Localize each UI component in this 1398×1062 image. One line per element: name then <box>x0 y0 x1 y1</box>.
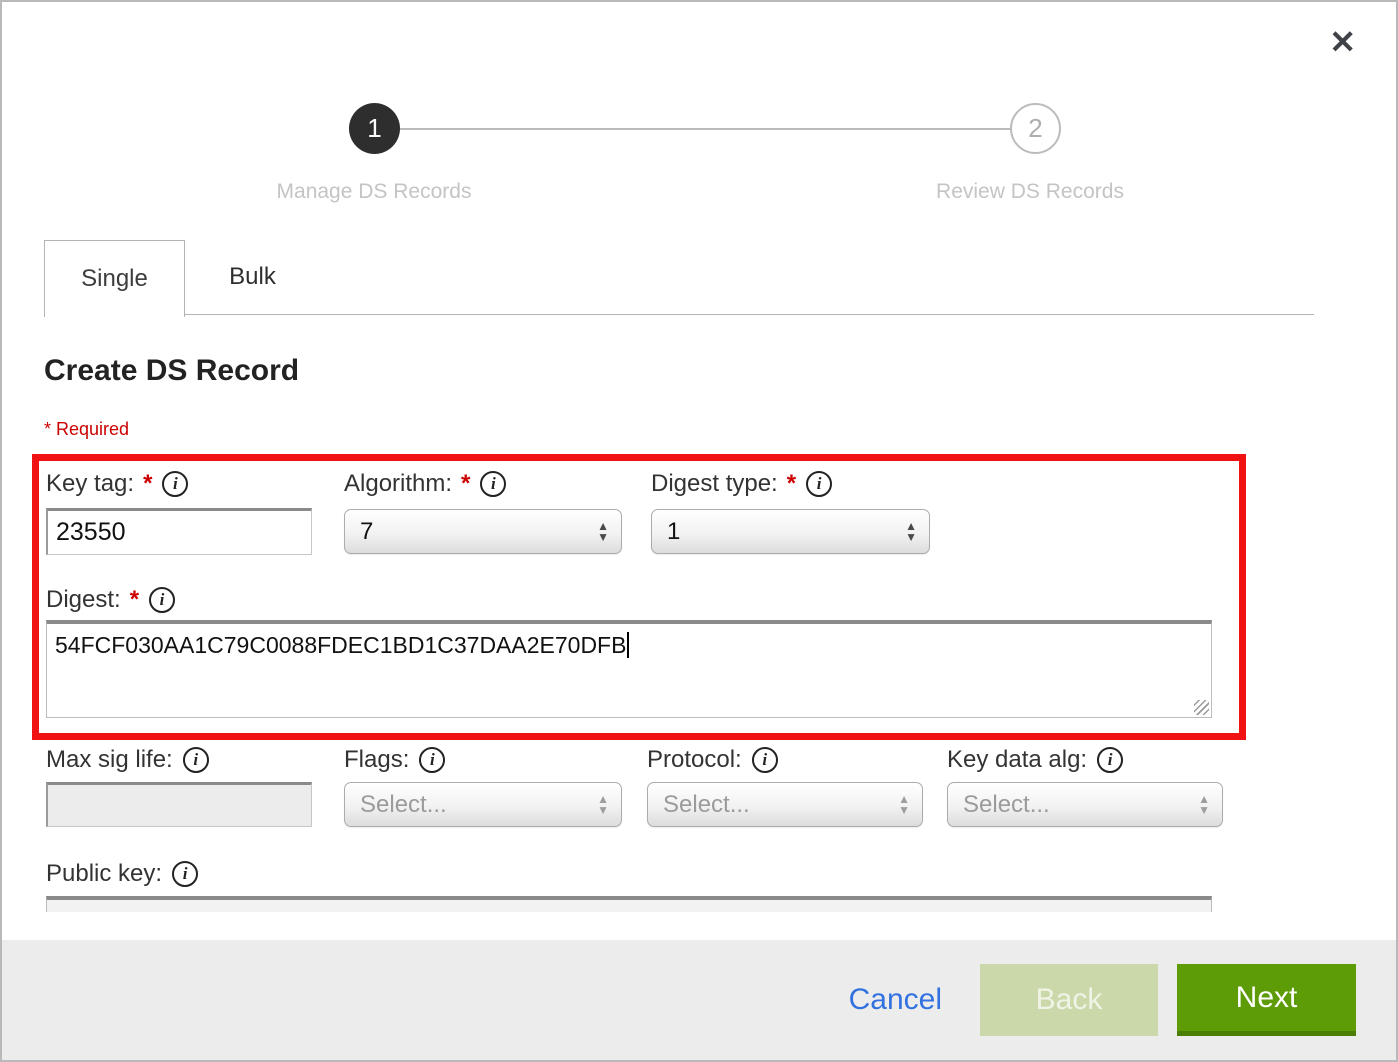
info-icon[interactable]: i <box>162 471 188 497</box>
protocol-select[interactable]: Select... ▲▼ <box>647 782 923 827</box>
info-icon[interactable]: i <box>149 587 175 613</box>
tab-single-label: Single <box>81 265 148 293</box>
select-arrows-icon: ▲▼ <box>597 794 609 814</box>
step-2-circle: 2 <box>1010 103 1061 154</box>
info-icon[interactable]: i <box>1097 747 1123 773</box>
close-icon[interactable]: ✕ <box>1329 26 1356 58</box>
tab-bulk[interactable]: Bulk <box>185 240 320 314</box>
protocol-label: Protocol: <box>647 746 742 774</box>
cancel-button[interactable]: Cancel <box>849 983 942 1017</box>
required-asterisk: * <box>459 470 470 498</box>
digest-label: Digest: <box>46 586 121 614</box>
tab-bulk-label: Bulk <box>229 263 276 291</box>
modal-footer: Cancel Back Next <box>2 940 1396 1060</box>
tab-bar-divider <box>44 314 1314 315</box>
step-1-number: 1 <box>367 113 381 144</box>
info-icon[interactable]: i <box>806 471 832 497</box>
create-ds-record-modal: { "icons": { "close": "✕", "info": "i", … <box>0 0 1398 1062</box>
algorithm-select[interactable]: 7 ▲▼ <box>344 509 622 554</box>
digest-textarea[interactable]: 54FCF030AA1C79C0088FDEC1BD1C37DAA2E70DFB <box>46 620 1212 718</box>
digest-type-label-row: Digest type: * i <box>651 470 832 498</box>
flags-label-row: Flags: i <box>344 746 445 774</box>
protocol-select-value: Select... <box>663 791 750 819</box>
step-1-label: Manage DS Records <box>194 180 554 204</box>
flags-select[interactable]: Select... ▲▼ <box>344 782 622 827</box>
tab-single[interactable]: Single <box>44 240 185 317</box>
algorithm-label: Algorithm: <box>344 470 452 498</box>
algorithm-select-value: 7 <box>360 518 373 546</box>
required-note: * Required <box>44 419 129 440</box>
public-key-label: Public key: <box>46 860 162 888</box>
algorithm-label-row: Algorithm: * i <box>344 470 506 498</box>
key-tag-label-row: Key tag: * i <box>46 470 188 498</box>
max-sig-life-input[interactable] <box>46 782 312 827</box>
public-key-textarea[interactable] <box>46 896 1212 912</box>
key-tag-input[interactable] <box>46 508 312 555</box>
info-icon[interactable]: i <box>172 861 198 887</box>
required-asterisk: * <box>141 470 152 498</box>
resize-grip[interactable] <box>1194 700 1209 715</box>
info-icon[interactable]: i <box>480 471 506 497</box>
key-data-alg-label: Key data alg: <box>947 746 1087 774</box>
next-button[interactable]: Next <box>1177 964 1356 1036</box>
digest-type-select-value: 1 <box>667 518 680 546</box>
flags-label: Flags: <box>344 746 409 774</box>
step-2-number: 2 <box>1028 113 1042 144</box>
back-button[interactable]: Back <box>980 964 1158 1036</box>
select-arrows-icon: ▲▼ <box>597 521 609 541</box>
digest-type-label: Digest type: <box>651 470 778 498</box>
key-data-alg-select[interactable]: Select... ▲▼ <box>947 782 1223 827</box>
select-arrows-icon: ▲▼ <box>1198 794 1210 814</box>
max-sig-life-label-row: Max sig life: i <box>46 746 209 774</box>
text-cursor <box>627 632 629 658</box>
required-asterisk: * <box>128 586 139 614</box>
select-arrows-icon: ▲▼ <box>898 794 910 814</box>
key-tag-label: Key tag: <box>46 470 134 498</box>
info-icon[interactable]: i <box>183 747 209 773</box>
digest-type-select[interactable]: 1 ▲▼ <box>651 509 930 554</box>
digest-label-row: Digest: * i <box>46 586 175 614</box>
required-asterisk: * <box>785 470 796 498</box>
step-1-circle: 1 <box>349 103 400 154</box>
select-arrows-icon: ▲▼ <box>905 521 917 541</box>
key-data-alg-label-row: Key data alg: i <box>947 746 1123 774</box>
page-title: Create DS Record <box>44 354 299 388</box>
key-data-alg-select-value: Select... <box>963 791 1050 819</box>
public-key-label-row: Public key: i <box>46 860 198 888</box>
flags-select-value: Select... <box>360 791 447 819</box>
step-2-label: Review DS Records <box>850 180 1210 204</box>
max-sig-life-label: Max sig life: <box>46 746 173 774</box>
info-icon[interactable]: i <box>419 747 445 773</box>
stepper-connector-line <box>374 128 1034 130</box>
info-icon[interactable]: i <box>752 747 778 773</box>
digest-value: 54FCF030AA1C79C0088FDEC1BD1C37DAA2E70DFB <box>55 632 626 658</box>
protocol-label-row: Protocol: i <box>647 746 778 774</box>
